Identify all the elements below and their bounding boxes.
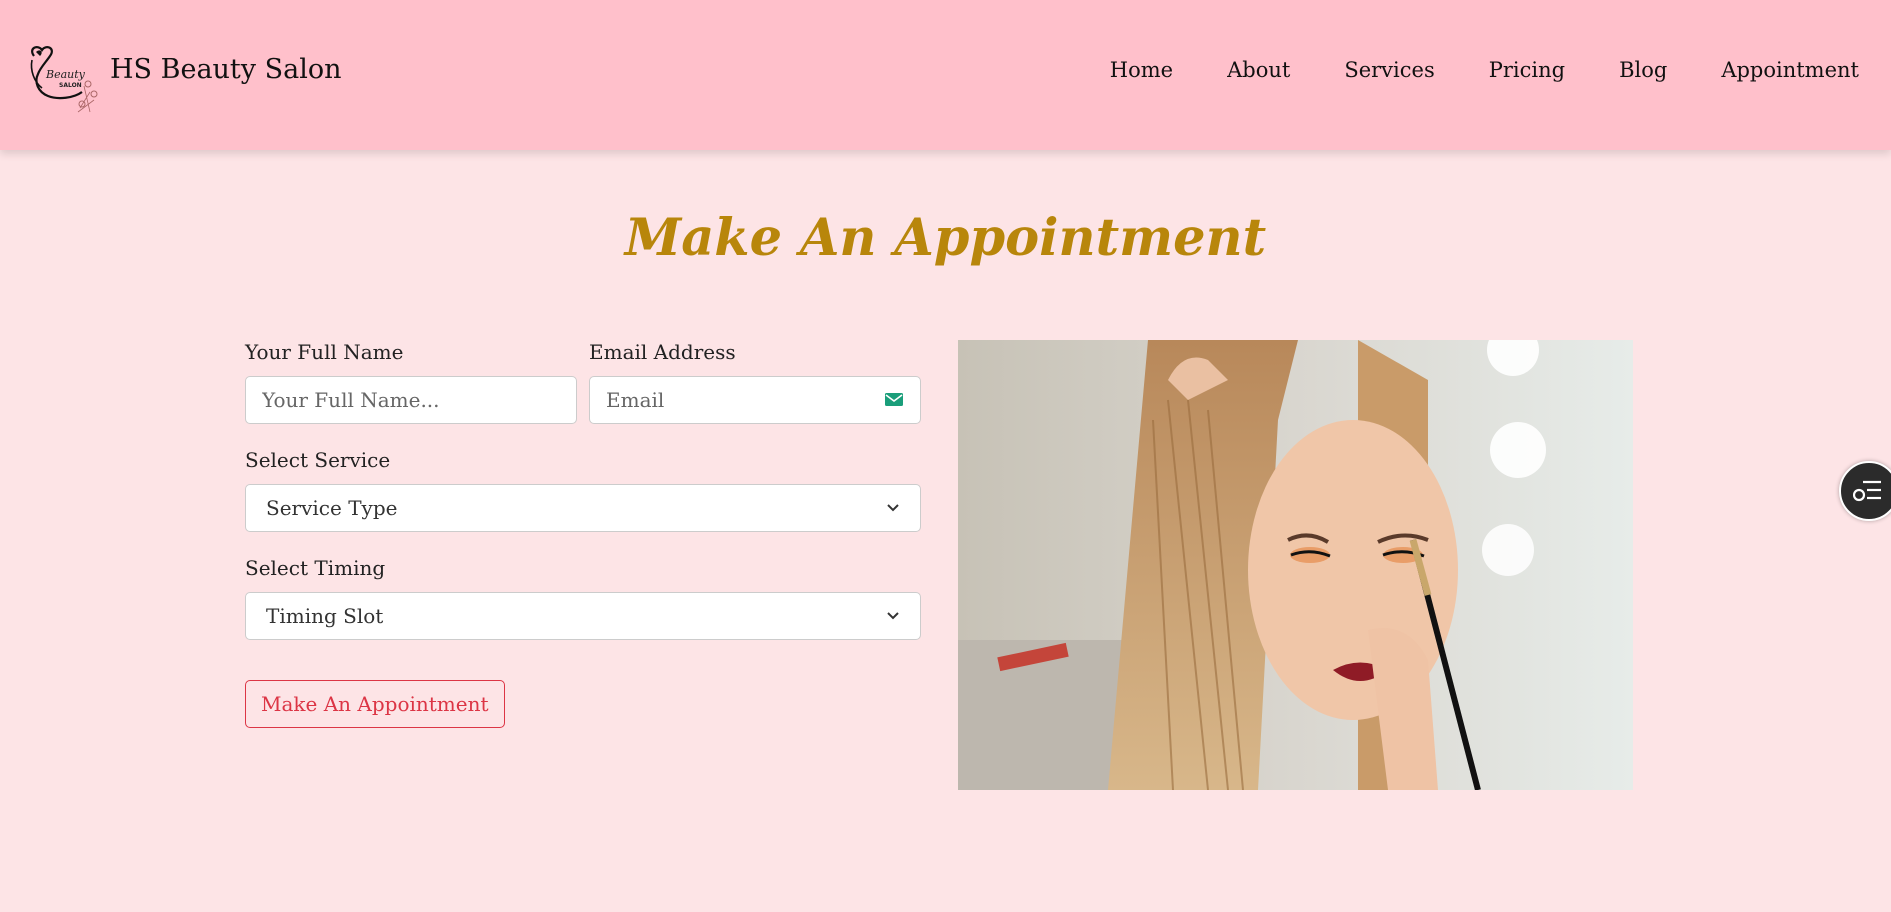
email-input[interactable] xyxy=(606,388,884,412)
makeup-photo-illustration xyxy=(958,340,1633,790)
nav-blog[interactable]: Blog xyxy=(1619,58,1667,82)
timing-label: Select Timing xyxy=(245,556,386,580)
logo-text: Beauty xyxy=(46,68,85,81)
timing-select[interactable]: Timing Slot xyxy=(245,592,921,640)
chevron-down-icon xyxy=(887,504,899,512)
nav-home[interactable]: Home xyxy=(1110,58,1173,82)
site-header: Beauty SALON HS Beauty Salon Home About … xyxy=(0,0,1891,150)
email-input-box[interactable] xyxy=(589,376,921,424)
make-appointment-button[interactable]: Make An Appointment xyxy=(245,680,505,728)
logo-subtext: SALON xyxy=(59,82,82,89)
appointment-form: Your Full Name Email Address Select Serv… xyxy=(245,340,921,728)
name-field-group: Your Full Name xyxy=(245,340,577,424)
nav-pricing[interactable]: Pricing xyxy=(1489,58,1565,82)
timing-select-value: Timing Slot xyxy=(266,604,384,628)
email-field-group: Email Address xyxy=(589,340,921,424)
brand[interactable]: Beauty SALON HS Beauty Salon xyxy=(24,42,342,116)
envelope-icon[interactable] xyxy=(884,392,904,408)
floating-menu-button[interactable] xyxy=(1839,461,1891,521)
main-nav: Home About Services Pricing Blog Appoint… xyxy=(1056,58,1859,82)
timing-field-group: Select Timing Timing Slot xyxy=(245,556,921,640)
chevron-down-icon xyxy=(887,612,899,620)
name-input-box[interactable] xyxy=(245,376,577,424)
list-settings-icon xyxy=(1853,480,1881,502)
name-input[interactable] xyxy=(262,388,560,412)
service-label: Select Service xyxy=(245,448,391,472)
service-field-group: Select Service Service Type xyxy=(245,448,921,532)
makeup-photo xyxy=(958,340,1633,790)
page-title: Make An Appointment xyxy=(624,208,1267,268)
email-label: Email Address xyxy=(589,340,736,364)
service-select-value: Service Type xyxy=(266,496,398,520)
nav-about[interactable]: About xyxy=(1227,58,1290,82)
service-select[interactable]: Service Type xyxy=(245,484,921,532)
site-title[interactable]: HS Beauty Salon xyxy=(110,54,342,85)
nav-appointment[interactable]: Appointment xyxy=(1721,58,1859,82)
name-email-row: Your Full Name Email Address xyxy=(245,340,921,424)
nav-services[interactable]: Services xyxy=(1344,58,1434,82)
salon-logo[interactable]: Beauty SALON xyxy=(24,42,106,116)
name-label: Your Full Name xyxy=(245,340,404,364)
